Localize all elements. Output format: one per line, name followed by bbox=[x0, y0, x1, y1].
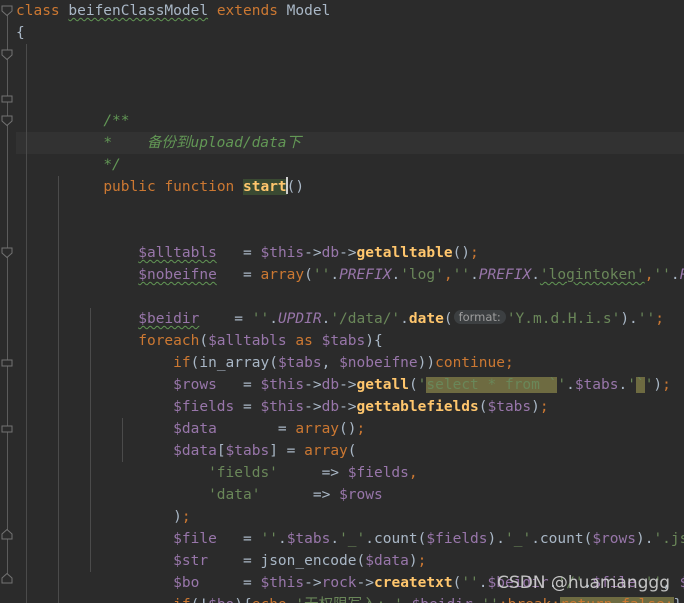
token-var-nobeifne: $nobeifne bbox=[138, 267, 217, 283]
code-line[interactable]: class beifenClassModel extends Model bbox=[0, 0, 684, 22]
code-editor[interactable]: class beifenClassModel extends Model { /… bbox=[0, 0, 684, 603]
token-class-name: beifenClassModel bbox=[68, 3, 209, 19]
token-var-alltabls: $alltabls bbox=[138, 245, 217, 261]
code-line[interactable]: * 备份到upload/data下 bbox=[0, 88, 684, 151]
fold-marker-method[interactable] bbox=[1, 114, 14, 127]
token-method-name[interactable]: start bbox=[243, 177, 288, 195]
token-keyword-function: function bbox=[164, 179, 235, 195]
fold-marker-comment-start[interactable] bbox=[1, 48, 14, 61]
fold-marker-foreach[interactable] bbox=[1, 246, 14, 259]
fold-marker-array[interactable] bbox=[1, 356, 14, 369]
token-if-close-brace: } bbox=[674, 597, 683, 603]
token-doc-open: /** bbox=[103, 113, 130, 129]
fold-marker-comment-end[interactable] bbox=[1, 92, 14, 105]
token-var-beidir: $beidir bbox=[138, 311, 200, 327]
token-date-format: 'Y.m.d.H.i.s' bbox=[506, 311, 621, 327]
token-method-parens: () bbox=[286, 179, 305, 195]
token-parent-class: Model bbox=[286, 3, 331, 19]
fold-marker-foreach-end[interactable] bbox=[1, 528, 14, 541]
fold-marker-array-end[interactable] bbox=[1, 422, 14, 435]
token-key-fields: 'fields' bbox=[208, 465, 278, 481]
editor-gutter[interactable] bbox=[0, 0, 16, 603]
code-line[interactable]: $nobeifne = array(''.PREFIX.'log',''.PRE… bbox=[0, 220, 684, 283]
fold-marker-class[interactable] bbox=[1, 4, 14, 17]
code-content[interactable]: class beifenClassModel extends Model { /… bbox=[0, 0, 684, 603]
code-line[interactable]: foreach($alltabls as $tabs){ bbox=[0, 286, 684, 349]
token-unreachable-return: return false; bbox=[560, 597, 674, 603]
code-line[interactable]: { bbox=[0, 22, 684, 44]
inlay-hint-format[interactable]: format: bbox=[453, 310, 506, 324]
code-line[interactable]: /** bbox=[0, 66, 684, 129]
code-line[interactable] bbox=[0, 44, 684, 66]
token-keyword-extends: extends bbox=[216, 3, 278, 19]
token-key-data: 'data' bbox=[208, 487, 261, 503]
fold-marker-class-end[interactable] bbox=[1, 572, 14, 585]
watermark: CSDN @huamanggg bbox=[497, 573, 670, 593]
token-visibility: public bbox=[103, 179, 156, 195]
token-sql-highlight: select * from ` bbox=[426, 377, 558, 393]
token-doc-close: */ bbox=[103, 157, 121, 173]
token-doc-body: * 备份到upload/data下 bbox=[103, 135, 301, 151]
token-class-open-brace: { bbox=[16, 25, 25, 41]
token-keyword-class: class bbox=[16, 3, 60, 19]
